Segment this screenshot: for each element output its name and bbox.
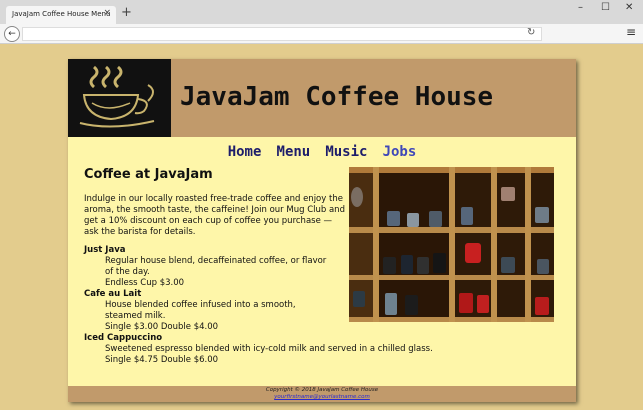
menu-item-price: Single $4.75 Double $6.00	[105, 355, 219, 365]
browser-tab[interactable]: JavaJam Coffee House Menu ×	[6, 6, 116, 24]
footer-copyright: Copyright © 2018 JavaJam Coffee House	[265, 387, 379, 393]
back-arrow-icon[interactable]: ←	[4, 26, 20, 42]
coffee-cup-logo	[68, 59, 171, 137]
tab-close-icon[interactable]: ×	[103, 8, 111, 18]
window-close-icon[interactable]: ✕	[625, 2, 633, 13]
reload-icon[interactable]: ↻	[527, 27, 535, 38]
hamburger-menu-icon[interactable]: ≡	[626, 25, 636, 39]
footer-email-link[interactable]: yourfirstname@yourlastname.com	[274, 394, 370, 400]
menu-item: Cafe au Lait House blended coffee infuse…	[84, 289, 524, 333]
menu-item-price: Endless Cup $3.00	[105, 278, 185, 288]
menu-item-price: Single $3.00 Double $4.00	[105, 322, 219, 332]
menu-item: Iced Cappuccino Sweetened espresso blend…	[84, 333, 524, 366]
url-input[interactable]	[22, 27, 542, 41]
new-tab-icon[interactable]: +	[121, 6, 132, 19]
address-bar-row: ← ↻ ≡	[0, 24, 643, 44]
page-container: JavaJam Coffee House Home Menu Music Job…	[68, 59, 576, 402]
tab-title: JavaJam Coffee House Menu	[12, 10, 111, 18]
maximize-icon[interactable]: ☐	[601, 2, 610, 13]
nav-home[interactable]: Home	[228, 144, 262, 160]
nav-music[interactable]: Music	[325, 144, 367, 160]
page-heading: Coffee at JavaJam	[84, 167, 213, 182]
menu-item-description: House blended coffee infused into a smoo…	[105, 300, 296, 321]
nav-menu[interactable]: Menu	[277, 144, 311, 160]
minimize-icon[interactable]: –	[578, 2, 583, 13]
coffee-menu-list: Just Java Regular house blend, decaffein…	[84, 245, 524, 366]
nav-jobs[interactable]: Jobs	[383, 144, 417, 160]
menu-item-description: Sweetened espresso blended with icy-cold…	[105, 344, 433, 354]
menu-item-description: Regular house blend, decaffeinated coffe…	[105, 256, 327, 277]
browser-tab-bar: JavaJam Coffee House Menu × + – ☐ ✕	[0, 0, 643, 24]
main-nav: Home Menu Music Jobs	[68, 141, 576, 160]
menu-item-name: Iced Cappuccino	[84, 333, 163, 343]
site-header: JavaJam Coffee House	[68, 59, 576, 137]
menu-item-name: Cafe au Lait	[84, 289, 142, 299]
site-footer: Copyright © 2018 JavaJam Coffee House yo…	[68, 386, 576, 402]
menu-item: Just Java Regular house blend, decaffein…	[84, 245, 524, 289]
site-title: JavaJam Coffee House	[180, 82, 494, 112]
menu-item-name: Just Java	[84, 245, 126, 255]
intro-paragraph: Indulge in our locally roasted free-trad…	[84, 194, 345, 237]
